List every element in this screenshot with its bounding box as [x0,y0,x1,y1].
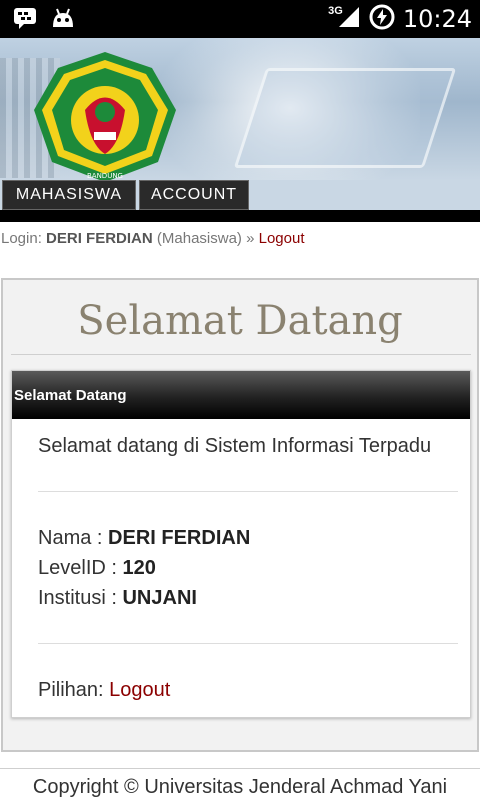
card-divider [38,491,458,492]
page-title: Selamat Datang [77,298,403,344]
nama-value: DERI FERDIAN [108,527,251,549]
institusi-value: UNJANI [122,587,197,609]
level-value: 120 [122,557,156,579]
bbm-icon [12,6,38,30]
login-status: Login: DERI FERDIAN (Mahasiswa) » Logout [1,230,305,247]
network-type: 3G [328,5,343,17]
pilihan-label: Pilihan: [38,679,104,701]
nav-mahasiswa[interactable]: MAHASISWA [2,180,136,210]
logout-link[interactable]: Logout [259,230,305,247]
nama-row: Nama : DERI FERDIAN [38,527,250,550]
nama-label: Nama : [38,527,103,549]
card-divider [38,643,458,644]
institusi-row: Institusi : UNJANI [38,587,197,610]
footer-divider [0,768,480,769]
battery-charging-icon [369,4,395,35]
level-row: LevelID : 120 [38,557,156,580]
pilihan-row: Pilihan: Logout [38,679,170,702]
university-crest-icon[interactable]: BANDUNG [30,50,180,180]
status-bar: 3G 10:24 [0,0,480,38]
android-debug-icon [50,6,76,30]
nav-bar: MAHASISWA ACCOUNT [0,180,480,210]
login-role: (Mahasiswa) [156,230,242,247]
pilihan-logout-link[interactable]: Logout [109,679,170,701]
login-user: DERI FERDIAN [46,230,153,247]
welcome-text: Selamat datang di Sistem Informasi Terpa… [38,435,432,457]
welcome-card: Selamat Datang Selamat datang di Sistem … [11,370,471,718]
login-separator: » [246,230,255,247]
header-banner: BANDUNG [0,38,480,180]
svg-text:BANDUNG: BANDUNG [87,172,123,180]
clock: 10:24 [402,5,472,33]
institusi-label: Institusi : [38,587,117,609]
footer-copyright: Copyright © Universitas Jenderal Achmad … [32,776,448,798]
login-prefix: Login: [1,230,42,247]
card-header: Selamat Datang [12,371,470,419]
nav-divider [0,210,480,222]
nav-account[interactable]: ACCOUNT [139,180,249,210]
laptop-graphic [233,68,457,168]
main-panel: Selamat Datang Selamat Datang Selamat da… [1,278,479,752]
title-divider [11,354,471,355]
level-label: LevelID : [38,557,117,579]
